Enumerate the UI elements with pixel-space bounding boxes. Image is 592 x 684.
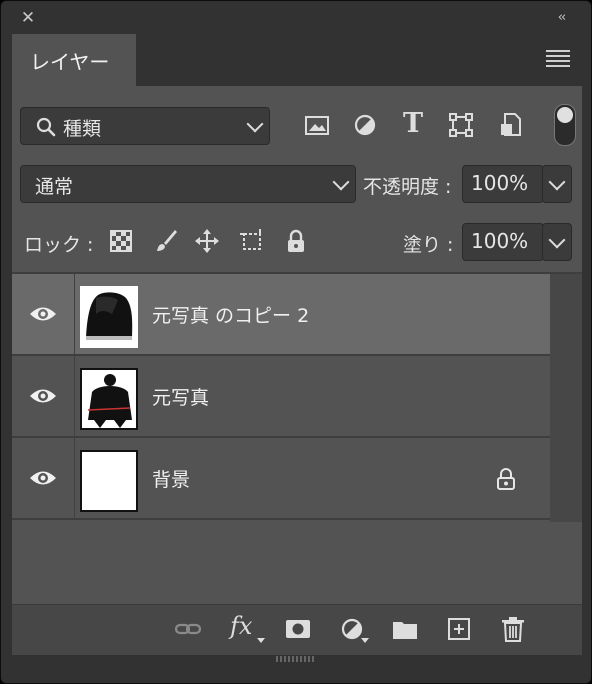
opacity-dropdown-button[interactable] xyxy=(542,165,572,203)
adjustment-layer-filter-icon[interactable] xyxy=(351,111,379,139)
lock-artboard-icon[interactable] xyxy=(238,227,266,255)
lock-position-move-icon[interactable] xyxy=(193,227,221,255)
type-layer-filter-icon[interactable]: T xyxy=(399,108,427,140)
fill-value: 100% xyxy=(471,229,529,253)
filter-kind-select[interactable]: 種類 xyxy=(20,107,270,145)
search-icon xyxy=(36,117,56,137)
layer-row-copy-2[interactable]: 元写真 のコピー 2 xyxy=(12,274,550,356)
layer-style-dropdown-indicator xyxy=(257,638,265,643)
tab-layers-label: レイヤー xyxy=(30,50,110,74)
fill-input[interactable]: 100% xyxy=(462,223,544,261)
filter-kind-label: 種類 xyxy=(63,118,102,140)
chevron-down-icon xyxy=(246,115,264,133)
fill-label: 塗り : xyxy=(403,234,454,256)
opacity-input[interactable]: 100% xyxy=(462,165,544,203)
pixel-layer-filter-icon[interactable] xyxy=(303,111,331,139)
lock-transparent-pixels-icon[interactable] xyxy=(107,227,135,255)
layer-row-background[interactable]: 背景 xyxy=(12,438,550,520)
chevron-down-icon xyxy=(332,173,350,191)
lock-image-pixels-brush-icon[interactable] xyxy=(151,227,179,255)
opacity-value: 100% xyxy=(471,171,529,195)
layer-thumbnail-copy-2 xyxy=(80,286,138,348)
eye-visibility-icon[interactable] xyxy=(28,468,58,488)
blend-mode-value: 通常 xyxy=(35,176,74,198)
lock-label: ロック : xyxy=(24,234,94,256)
fill-dropdown-button[interactable] xyxy=(542,223,572,261)
layer-locked-icon xyxy=(497,468,515,490)
resize-grip[interactable] xyxy=(276,656,316,662)
new-group-icon[interactable] xyxy=(391,615,419,643)
collapse-panel-icon[interactable]: ‹‹ xyxy=(551,8,571,28)
layer-name: 元写真 のコピー 2 xyxy=(152,305,310,327)
shape-layer-filter-icon[interactable] xyxy=(447,111,475,139)
layers-empty-area xyxy=(12,522,582,604)
lock-all-icon[interactable] xyxy=(282,227,310,255)
layer-thumbnail-background xyxy=(80,450,138,512)
opacity-label: 不透明度 : xyxy=(363,176,452,198)
blend-mode-select[interactable]: 通常 xyxy=(20,165,356,203)
smart-object-filter-icon[interactable] xyxy=(497,111,525,139)
adjustment-dropdown-indicator xyxy=(361,638,369,643)
layer-name: 元写真 xyxy=(152,387,210,409)
hamburger-menu-icon[interactable] xyxy=(546,50,570,68)
layer-thumbnail-original xyxy=(80,368,138,430)
new-layer-icon[interactable] xyxy=(445,615,473,643)
layer-row-original[interactable]: 元写真 xyxy=(12,356,550,438)
layers-scroll-track[interactable] xyxy=(550,274,582,522)
tab-layers[interactable]: レイヤー xyxy=(12,34,136,86)
delete-layer-icon[interactable] xyxy=(499,615,527,643)
eye-visibility-icon[interactable] xyxy=(28,386,58,406)
link-layers-icon[interactable] xyxy=(174,615,202,643)
filter-toggle[interactable] xyxy=(554,104,576,146)
close-panel-icon[interactable]: ✕ xyxy=(18,8,38,28)
eye-visibility-icon[interactable] xyxy=(28,304,58,324)
layer-name: 背景 xyxy=(152,469,191,491)
add-mask-icon[interactable] xyxy=(284,615,312,643)
